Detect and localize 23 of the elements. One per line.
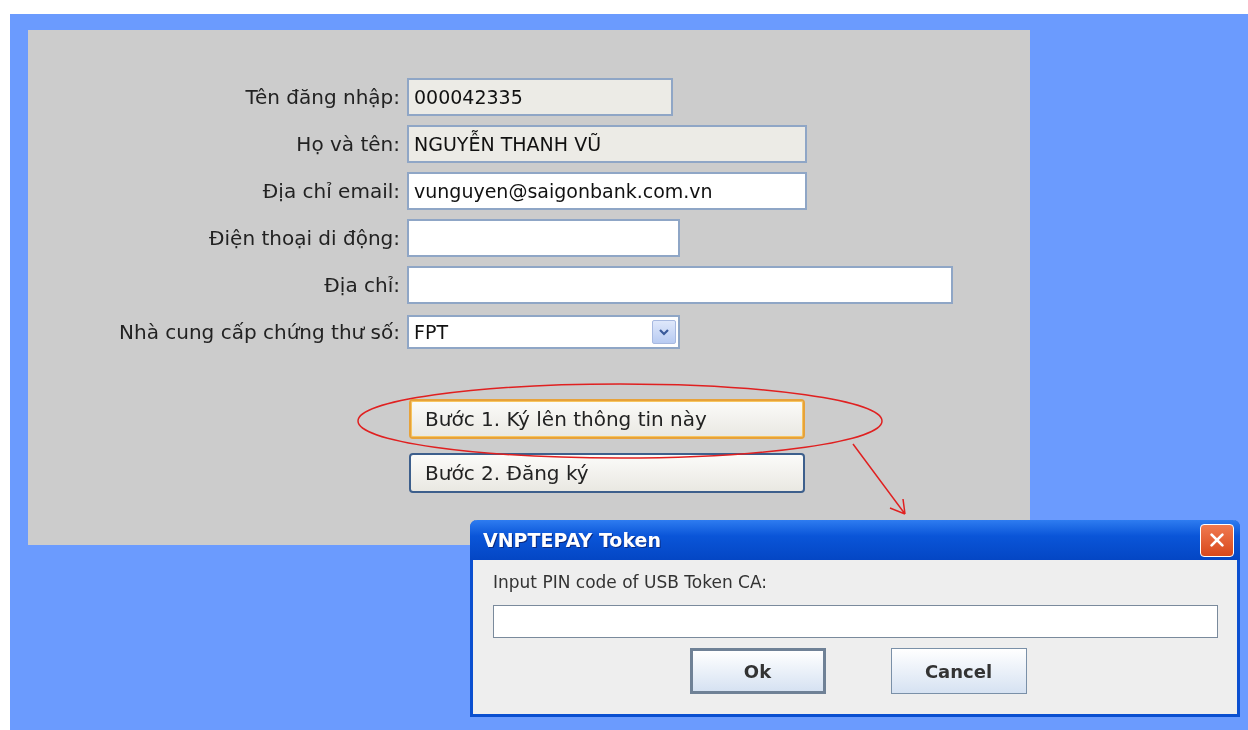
text-field[interactable]: 000042335 [407, 78, 673, 116]
dialog-button[interactable]: Cancel [890, 648, 1027, 694]
step-button[interactable]: Bước 1. Ký lên thông tin này [409, 399, 805, 439]
field-label: Điện thoại di động: [208, 226, 400, 250]
annotation-arrow [852, 443, 906, 515]
dropdown-field[interactable]: FPT [407, 315, 680, 349]
field-label: Nhà cung cấp chứng thư số: [118, 320, 400, 344]
text-field[interactable] [407, 219, 680, 257]
text-field[interactable]: NGUYỄN THANH VŨ [407, 125, 807, 163]
field-label: Địa chỉ: [323, 273, 400, 297]
chevron-down-icon [652, 320, 676, 344]
pin-input-field[interactable] [493, 605, 1218, 638]
close-button[interactable] [1200, 523, 1234, 557]
prompt-label: Input PIN code of USB Token CA: [493, 572, 768, 592]
step-button[interactable]: Bước 2. Đăng ký [409, 453, 805, 493]
field-label: Họ và tên: [295, 132, 400, 156]
dialog-button[interactable]: Ok [689, 648, 826, 694]
field-label: Địa chỉ email: [261, 179, 400, 203]
close-icon [1208, 531, 1226, 549]
text-field[interactable] [407, 266, 953, 304]
field-label: Tên đăng nhập: [244, 85, 400, 109]
dialog-title: VNPTEPAY Token [483, 529, 661, 551]
text-field[interactable]: vunguyen@saigonbank.com.vn [407, 172, 807, 210]
